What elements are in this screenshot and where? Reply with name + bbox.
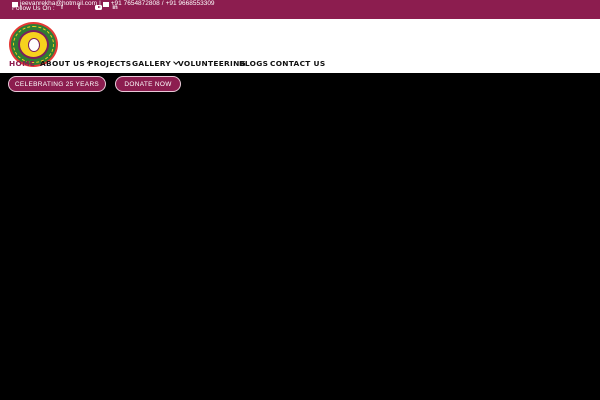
nav-blogs[interactable]: BLOGS: [239, 59, 270, 68]
nav-contact-us[interactable]: CONTACT US: [270, 59, 325, 68]
twitter-icon[interactable]: t: [75, 4, 83, 13]
phone-divider: /: [161, 0, 164, 7]
nav-home[interactable]: HOME: [9, 59, 40, 68]
nav-projects[interactable]: PROJECTS: [88, 59, 132, 68]
phone-icon: [102, 1, 109, 7]
contact-phone-2[interactable]: +91 9668553309: [166, 0, 215, 8]
main-navbar: HOME ABOUT US PROJECTS GALLERY VOLUNTEER…: [0, 19, 600, 73]
youtube-icon[interactable]: [95, 5, 102, 10]
logo-emblem: [18, 30, 49, 59]
nav-volunteering[interactable]: VOLUNTEERING: [178, 59, 246, 68]
celebrating-25-years-button[interactable]: CELEBRATING 25 YEARS: [8, 76, 106, 92]
nav-gallery-label: GALLERY: [132, 58, 171, 68]
follow-label: Follow Us On :: [12, 5, 55, 12]
logo-face-icon: [28, 38, 40, 52]
hero-banner: CELEBRATING 25 YEARS DONATE NOW: [0, 73, 600, 400]
donate-now-button[interactable]: DONATE NOW: [115, 76, 181, 92]
top-contact-bar: jeevanrekha@hotmail.com | +91 7654872808…: [0, 0, 600, 19]
nav-about-us-label: ABOUT US: [40, 58, 85, 68]
nav-menu: HOME ABOUT US PROJECTS GALLERY VOLUNTEER…: [9, 57, 325, 69]
facebook-icon[interactable]: f: [58, 4, 66, 13]
linkedin-icon[interactable]: in: [111, 4, 119, 13]
nav-gallery[interactable]: GALLERY: [132, 58, 179, 68]
nav-about-us[interactable]: ABOUT US: [40, 58, 91, 68]
